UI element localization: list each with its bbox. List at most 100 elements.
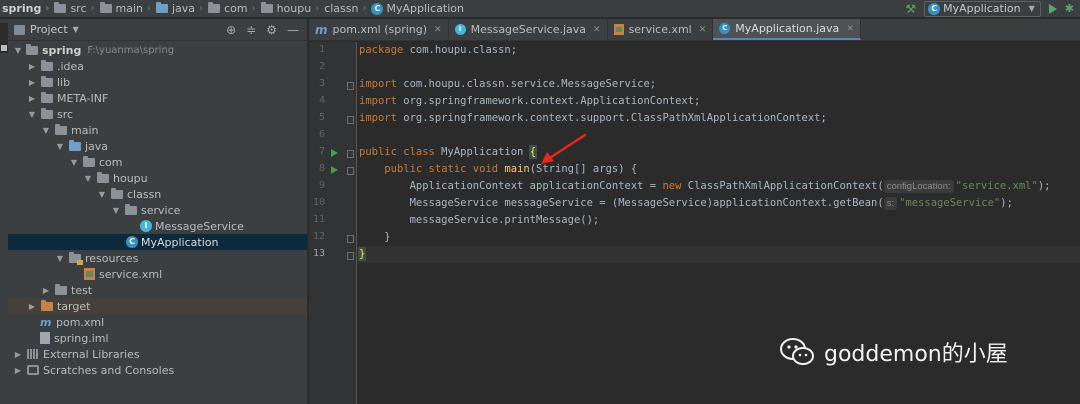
editor-tabs: m pom.xml (spring) ✕ I MessageService.java ✕… [309, 19, 1080, 41]
tree-row-src[interactable]: ▼ src [8, 106, 307, 122]
folder-icon [41, 75, 53, 87]
breadcrumb-item-classn[interactable]: classn › [324, 2, 371, 15]
left-tool-strip [0, 19, 8, 404]
tree-row-target[interactable]: ▶ target [8, 298, 307, 314]
line-number: 13 [312, 248, 325, 259]
tab-service-xml[interactable]: service.xml ✕ [608, 19, 714, 40]
run-play-icon[interactable] [1048, 3, 1057, 14]
fold-marker-icon[interactable] [347, 82, 354, 90]
tree-row-spring[interactable]: ▼ spring F:\yuanma\spring [8, 42, 307, 58]
fold-marker-icon[interactable] [347, 150, 354, 158]
breadcrumb-item-spring[interactable]: spring › [2, 2, 54, 15]
expanded-arrow-icon[interactable]: ▼ [12, 46, 24, 55]
collapsed-arrow-icon[interactable]: ▶ [12, 350, 24, 359]
breadcrumb-item-src[interactable]: src › [54, 2, 99, 15]
close-icon[interactable]: ✕ [846, 24, 854, 34]
expanded-arrow-icon[interactable]: ▼ [54, 142, 66, 151]
tab-myapplication-java[interactable]: C MyApplication.java ✕ [713, 19, 861, 40]
collapsed-arrow-icon[interactable]: ▶ [26, 78, 38, 87]
chevron-right-icon: › [362, 3, 367, 14]
gear-icon[interactable]: ⚙ [266, 23, 277, 37]
resources-folder-icon [69, 251, 83, 265]
code-line-7: public class MyApplication { [359, 145, 538, 159]
tree-row-test[interactable]: ▶ test [8, 282, 307, 298]
breadcrumb-item-main[interactable]: main › [99, 2, 156, 15]
breadcrumb-item-java[interactable]: java › [156, 2, 208, 15]
run-toolbar: ⚒ C MyApplication ▼ ✱ [905, 0, 1080, 18]
project-tool-window-button[interactable] [0, 23, 8, 53]
expanded-arrow-icon[interactable]: ▼ [68, 158, 80, 167]
tree-row-houpu[interactable]: ▼ houpu [8, 170, 307, 186]
tree-row-meta-inf[interactable]: ▶ META-INF [8, 90, 307, 106]
breadcrumb-item-com[interactable]: com › [208, 2, 261, 15]
editor-gutter[interactable]: 1 2 3 4 5 6 7 8 9 10 11 12 13 [309, 42, 357, 404]
code-line-12: } [384, 231, 391, 243]
maven-icon: m [40, 315, 52, 329]
code-line-13: } [357, 246, 1080, 263]
tree-row-external-libraries[interactable]: ▶ External Libraries [8, 346, 307, 362]
tab-pom-xml[interactable]: m pom.xml (spring) ✕ [309, 19, 449, 40]
run-gutter-icon[interactable] [331, 166, 338, 174]
locate-target-icon[interactable]: ⊕ [226, 23, 236, 37]
tree-row-java[interactable]: ▼ java [8, 138, 307, 154]
code-line-1: package com.houpu.classn; [359, 44, 518, 56]
collapsed-arrow-icon[interactable]: ▶ [26, 94, 38, 103]
fold-marker-icon[interactable] [347, 167, 354, 175]
code-line-11: messageService.printMessage(); [409, 214, 600, 226]
package-icon [97, 171, 109, 183]
parameter-hint: configLocation: [883, 180, 954, 193]
folder-icon [55, 123, 67, 135]
minimize-icon[interactable]: — [287, 23, 299, 37]
expanded-arrow-icon[interactable]: ▼ [96, 190, 108, 199]
close-icon[interactable]: ✕ [434, 25, 442, 35]
tree-row-myapplication[interactable]: C MyApplication [8, 234, 307, 250]
chevron-down-icon: ▼ [1028, 4, 1035, 13]
fold-marker-icon[interactable] [347, 252, 354, 260]
tree-row-pom-xml[interactable]: m pom.xml [8, 314, 307, 330]
run-gutter-icon[interactable] [331, 149, 338, 157]
tree-row-com[interactable]: ▼ com [8, 154, 307, 170]
tree-row-service-xml[interactable]: service.xml [8, 266, 307, 282]
run-configuration-dropdown[interactable]: C MyApplication ▼ [924, 0, 1041, 17]
tree-row-service[interactable]: ▼ service [8, 202, 307, 218]
fold-marker-icon[interactable] [347, 116, 354, 124]
tree-row-scratches[interactable]: ▶ Scratches and Consoles [8, 362, 307, 378]
tree-row-main[interactable]: ▼ main [8, 122, 307, 138]
source-folder-icon [156, 2, 168, 13]
tree-row-messageservice[interactable]: I MessageService [8, 218, 307, 234]
collapsed-arrow-icon[interactable]: ▶ [12, 366, 24, 375]
collapsed-arrow-icon[interactable]: ▶ [40, 286, 52, 295]
tree-row-idea[interactable]: ▶ .idea [8, 58, 307, 74]
chevron-right-icon: › [90, 3, 95, 14]
tree-row-classn[interactable]: ▼ classn [8, 186, 307, 202]
package-icon [83, 155, 95, 167]
folder-icon [41, 59, 53, 71]
collapsed-arrow-icon[interactable]: ▶ [26, 62, 38, 71]
breadcrumb-item-houpu[interactable]: houpu › [260, 2, 325, 15]
tree-row-resources[interactable]: ▼ resources [8, 250, 307, 266]
expanded-arrow-icon[interactable]: ▼ [54, 254, 66, 263]
tab-messageservice-java[interactable]: I MessageService.java ✕ [449, 19, 608, 40]
iml-file-icon [40, 332, 50, 344]
expanded-arrow-icon[interactable]: ▼ [82, 174, 94, 183]
tree-row-spring-iml[interactable]: spring.iml [8, 330, 307, 346]
expanded-arrow-icon[interactable]: ▼ [110, 206, 122, 215]
close-icon[interactable]: ✕ [593, 25, 601, 35]
parameter-hint: s: [883, 197, 898, 210]
interface-icon: I [140, 220, 152, 232]
tree-row-lib[interactable]: ▶ lib [8, 74, 307, 90]
collapse-all-icon[interactable]: ≑ [246, 23, 256, 37]
close-icon[interactable]: ✕ [699, 25, 707, 35]
project-view-selector[interactable]: Project ▼ [14, 23, 79, 36]
collapsed-arrow-icon[interactable]: ▶ [26, 302, 38, 311]
expanded-arrow-icon[interactable]: ▼ [40, 126, 52, 135]
line-number: 4 [318, 95, 325, 106]
build-hammer-icon[interactable]: ⚒ [905, 2, 916, 16]
code-line-9: ApplicationContext applicationContext = … [409, 180, 1051, 193]
fold-marker-icon[interactable] [347, 235, 354, 243]
debug-bug-icon[interactable]: ✱ [1065, 2, 1074, 15]
breadcrumb-item-myapplication[interactable]: C MyApplication [371, 2, 464, 15]
expanded-arrow-icon[interactable]: ▼ [26, 110, 38, 119]
